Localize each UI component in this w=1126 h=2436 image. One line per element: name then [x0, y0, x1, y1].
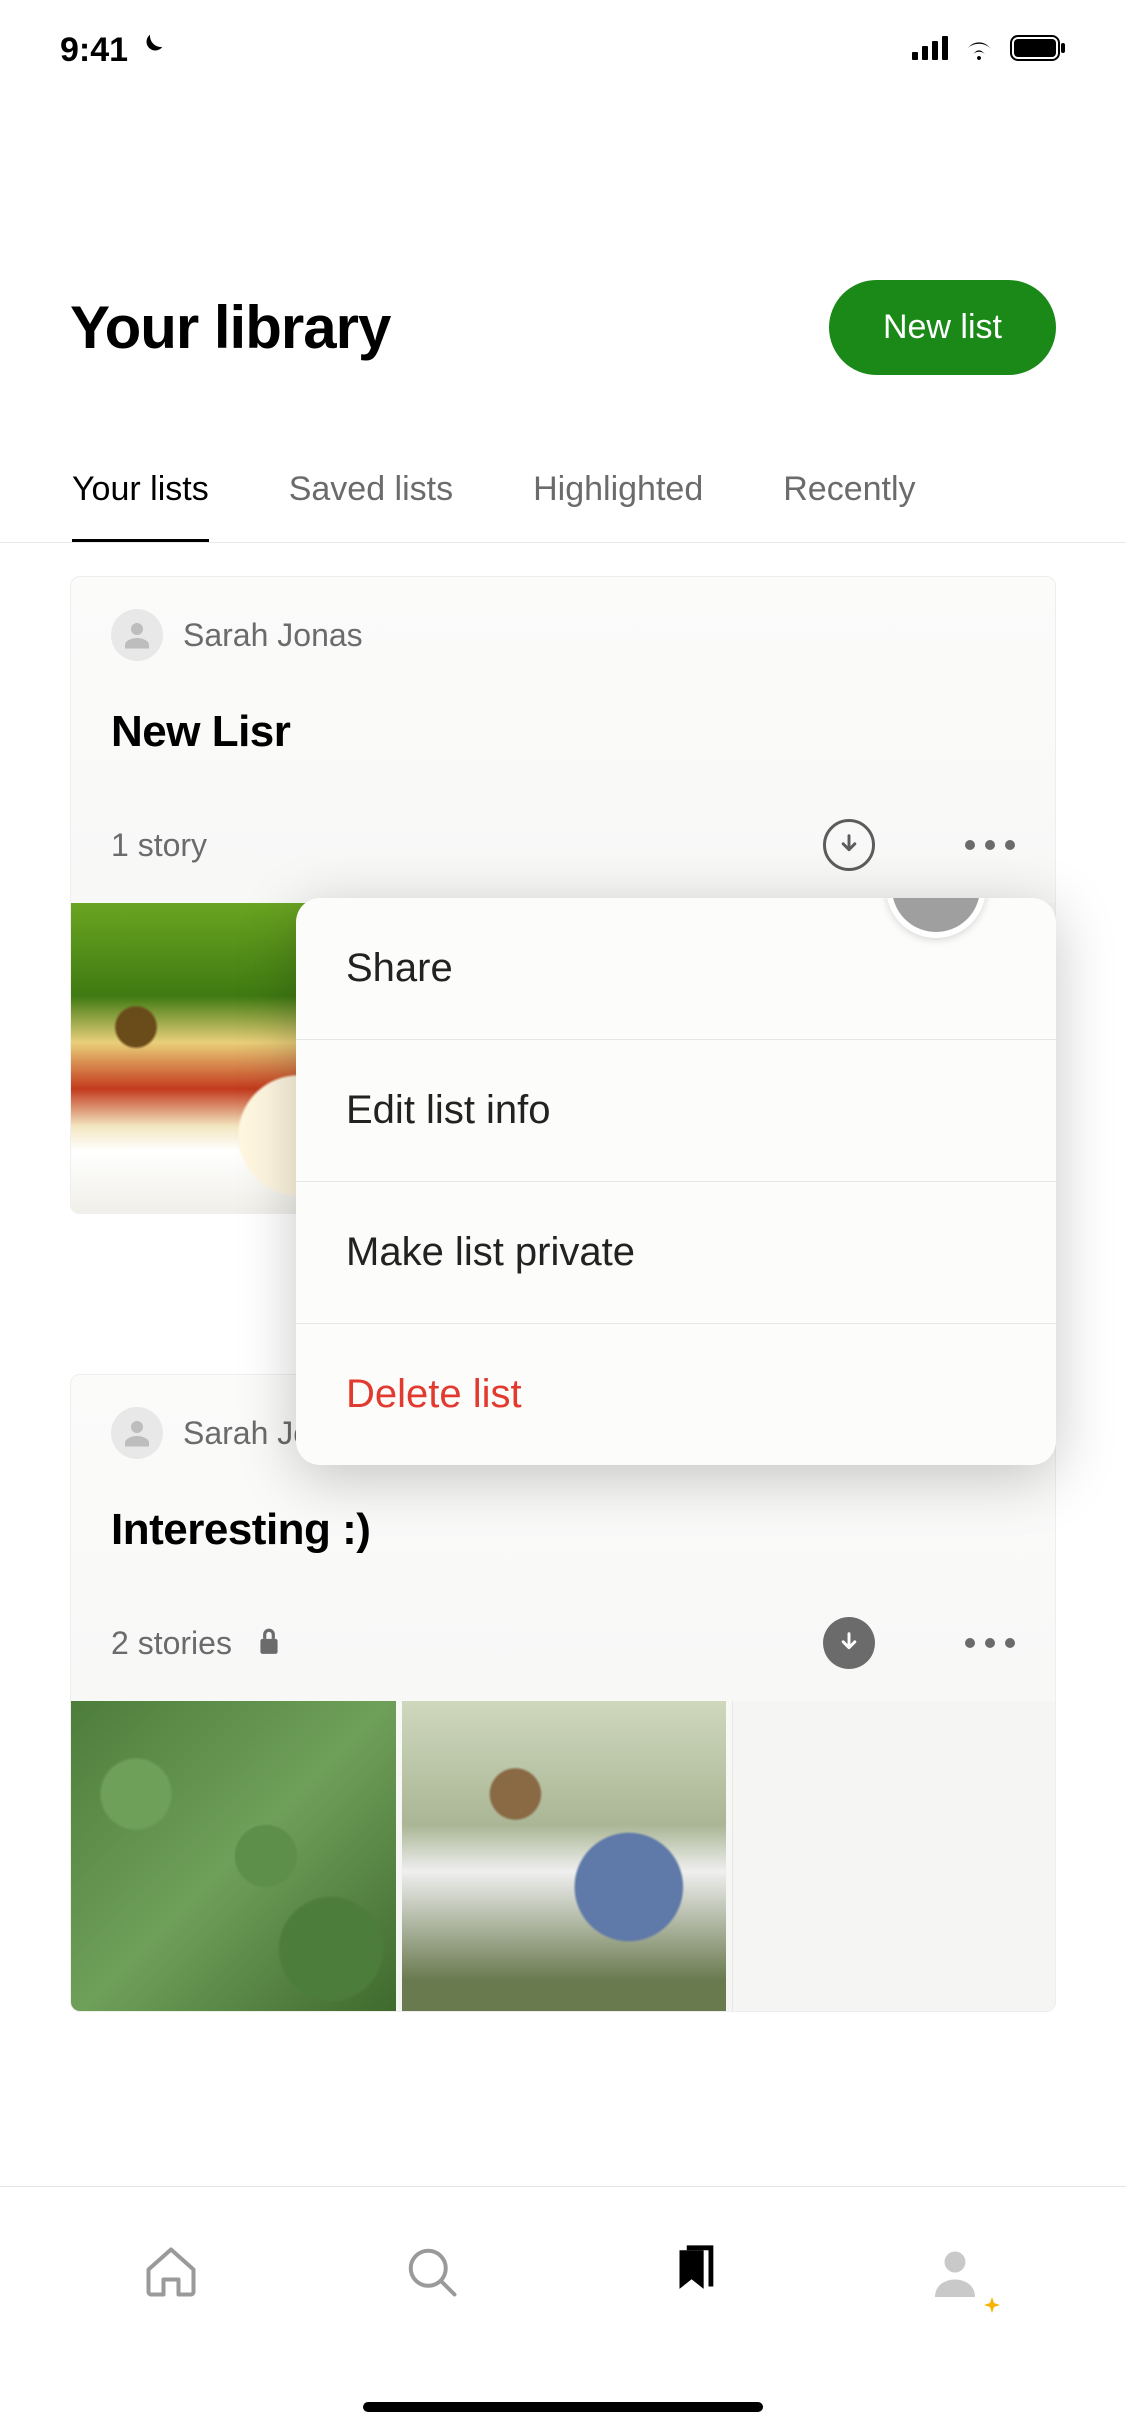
nav-profile[interactable]: [910, 2227, 1000, 2317]
thumbnail: [71, 1701, 396, 2011]
bookmark-icon: [665, 2243, 723, 2301]
cellular-signal-icon: [912, 36, 948, 65]
tab-recently[interactable]: Recently: [783, 470, 915, 542]
wifi-icon: [962, 36, 996, 65]
profile-icon: [925, 2242, 985, 2302]
sparkle-icon: [980, 2295, 1004, 2319]
list-thumbnails: [71, 1701, 1055, 2011]
battery-icon: [1010, 35, 1066, 66]
menu-item-delete-list[interactable]: Delete list: [296, 1324, 1056, 1465]
nav-search[interactable]: [387, 2227, 477, 2317]
library-tabs: Your lists Saved lists Highlighted Recen…: [0, 470, 1126, 543]
author-name: Sarah Jonas: [183, 617, 363, 654]
list-title: New Lisr: [111, 707, 1015, 757]
menu-item-share[interactable]: Share: [296, 898, 1056, 1040]
status-time: 9:41: [60, 31, 166, 70]
page-header: Your library New list: [0, 280, 1126, 375]
more-options-button[interactable]: [965, 840, 1015, 850]
list-context-menu: Share Edit list info Make list private D…: [296, 898, 1056, 1465]
list-card[interactable]: Sarah Jonas Interesting :) 2 stories: [70, 1374, 1056, 2012]
bottom-nav: [0, 2186, 1126, 2356]
download-button[interactable]: [823, 1617, 875, 1669]
avatar: [111, 1407, 163, 1459]
tab-saved-lists[interactable]: Saved lists: [289, 470, 453, 542]
more-options-button[interactable]: [965, 1638, 1015, 1648]
thumbnail-empty: [732, 1701, 1056, 2011]
download-arrow-icon: [835, 1629, 863, 1657]
moon-icon: [136, 31, 166, 70]
status-bar: 9:41: [0, 0, 1126, 100]
list-meta-row: 1 story: [111, 819, 1015, 871]
story-count: 2 stories: [111, 1625, 232, 1662]
page-title: Your library: [70, 293, 390, 362]
list-card-body: Sarah Jonas New Lisr 1 story: [71, 577, 1055, 903]
tab-highlighted[interactable]: Highlighted: [533, 470, 703, 542]
story-count: 1 story: [111, 827, 207, 864]
home-indicator: [363, 2402, 763, 2412]
home-icon: [141, 2242, 201, 2302]
download-button[interactable]: [823, 819, 875, 871]
status-icons: [912, 35, 1066, 66]
tab-your-lists[interactable]: Your lists: [72, 470, 209, 542]
lock-icon: [256, 1626, 282, 1661]
avatar: [111, 609, 163, 661]
list-title: Interesting :): [111, 1505, 1015, 1555]
author-row: Sarah Jonas: [111, 609, 1015, 661]
menu-item-edit-list-info[interactable]: Edit list info: [296, 1040, 1056, 1182]
download-arrow-icon: [835, 831, 863, 859]
new-list-button[interactable]: New list: [829, 280, 1056, 375]
nav-library[interactable]: [649, 2227, 739, 2317]
menu-item-make-private[interactable]: Make list private: [296, 1182, 1056, 1324]
nav-home[interactable]: [126, 2227, 216, 2317]
clock-time: 9:41: [60, 31, 128, 70]
list-meta-row: 2 stories: [111, 1617, 1015, 1669]
search-icon: [402, 2242, 462, 2302]
thumbnail: [402, 1701, 727, 2011]
